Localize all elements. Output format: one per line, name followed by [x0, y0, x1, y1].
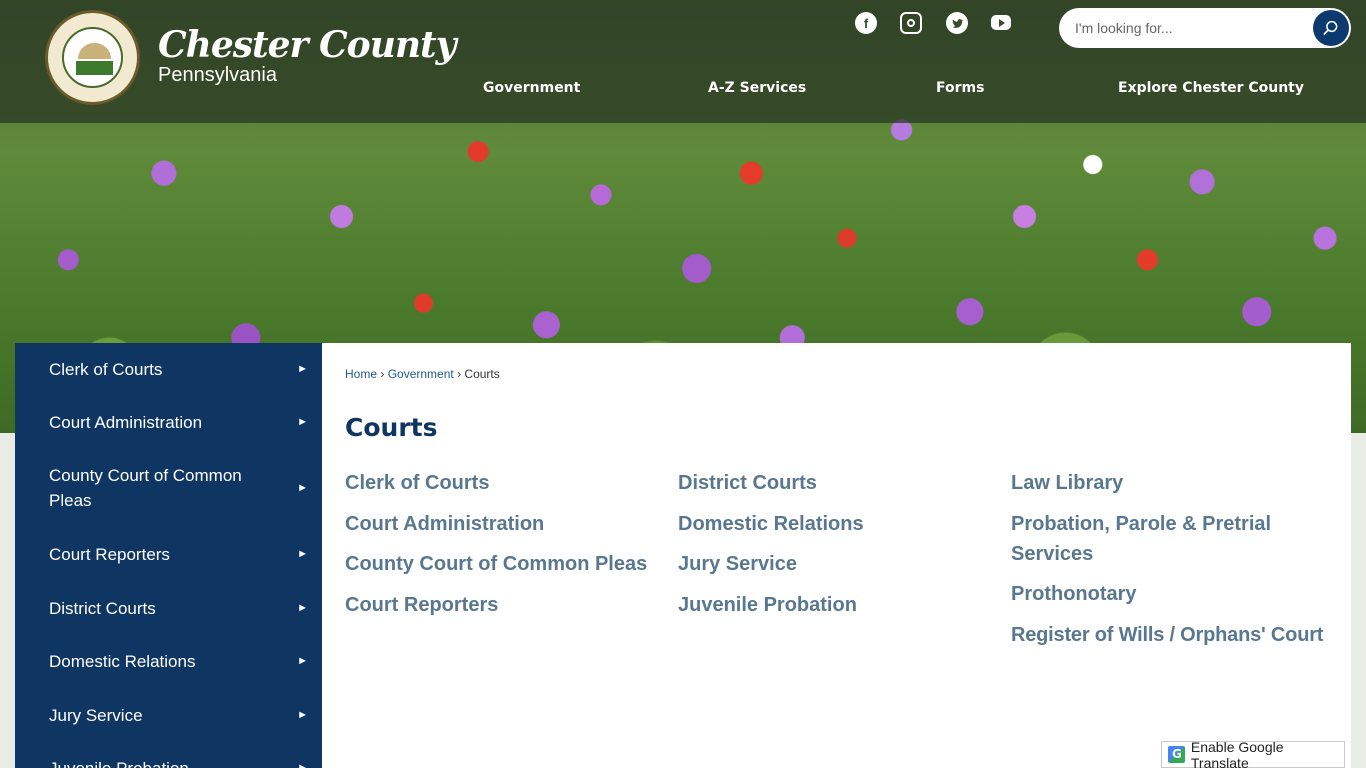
facebook-glyph: f — [863, 15, 869, 31]
google-translate-label: Enable Google Translate — [1190, 738, 1284, 768]
sidebar-item-jury-service[interactable]: Jury Service ► — [15, 688, 322, 742]
search-icon — [1323, 20, 1338, 35]
link-court-reporters[interactable]: Court Reporters — [345, 590, 665, 620]
triangle-right-icon: ► — [297, 601, 308, 614]
twitter-bird-icon — [951, 18, 963, 28]
link-clerk-of-courts[interactable]: Clerk of Courts — [345, 468, 665, 498]
link-juvenile-probation[interactable]: Juvenile Probation — [678, 590, 998, 620]
brand-name[interactable]: Chester County — [158, 24, 457, 66]
links-column-3: Law Library Probation, Parole & Pretrial… — [1011, 468, 1341, 660]
breadcrumb-home[interactable]: Home — [345, 367, 377, 381]
link-probation-parole-pretrial[interactable]: Probation, Parole & Pretrial Services — [1011, 509, 1301, 569]
youtube-play-glyph — [999, 18, 1005, 27]
google-translate-icon-letter: G — [1172, 747, 1182, 761]
link-domestic-relations[interactable]: Domestic Relations — [678, 509, 998, 539]
sidebar-item-label: Clerk of Courts — [49, 359, 163, 379]
main-content: Home › Government › Courts Courts Clerk … — [322, 343, 1351, 768]
sidebar-item-label: Court Administration — [49, 412, 203, 432]
seal-band — [76, 61, 113, 75]
sidebar-item-clerk-of-courts[interactable]: Clerk of Courts ► — [15, 343, 322, 395]
search-box — [1059, 8, 1351, 48]
google-translate-button[interactable]: G Enable Google Translate — [1161, 738, 1345, 768]
triangle-right-icon: ► — [297, 655, 308, 667]
facebook-icon[interactable]: f — [855, 12, 877, 34]
breadcrumb: Home › Government › Courts — [345, 367, 500, 381]
site-header: Chester County Pennsylvania f Government… — [0, 0, 1366, 123]
link-prothonotary[interactable]: Prothonotary — [1011, 579, 1341, 609]
twitter-icon[interactable] — [946, 12, 968, 34]
brand-subtitle: Pennsylvania — [158, 64, 277, 86]
nav-government[interactable]: Government — [483, 80, 580, 96]
triangle-right-icon: ► — [297, 362, 308, 375]
sidebar-item-label: Court Reporters — [49, 544, 170, 564]
seal-crest — [78, 43, 111, 59]
link-register-of-wills[interactable]: Register of Wills / Orphans' Court — [1011, 620, 1341, 650]
youtube-icon[interactable] — [991, 15, 1011, 30]
link-court-administration[interactable]: Court Administration — [345, 509, 665, 539]
sidebar-item-label: District Courts — [49, 598, 156, 618]
link-law-library[interactable]: Law Library — [1011, 468, 1341, 498]
seal-emblem — [62, 27, 123, 88]
instagram-lens — [907, 19, 915, 27]
nav-forms[interactable]: Forms — [936, 80, 984, 96]
search-button[interactable] — [1313, 10, 1349, 46]
breadcrumb-current: Courts — [464, 367, 500, 381]
nav-explore-chester-county[interactable]: Explore Chester County — [1118, 80, 1304, 96]
sidebar-nav: Clerk of Courts ► Court Administration ►… — [15, 343, 322, 768]
sidebar-item-county-court-of-common-pleas[interactable]: County Court of Common Pleas ► — [15, 449, 322, 527]
triangle-right-icon: ► — [297, 481, 308, 494]
triangle-right-icon: ► — [297, 708, 308, 721]
triangle-right-icon: ► — [297, 547, 308, 560]
sidebar-item-court-administration[interactable]: Court Administration ► — [15, 395, 322, 449]
county-seal-logo[interactable] — [45, 10, 140, 105]
sidebar-item-district-courts[interactable]: District Courts ► — [15, 581, 322, 635]
google-translate-icon: G — [1168, 746, 1185, 763]
nav-az-services[interactable]: A-Z Services — [708, 80, 806, 96]
sidebar-item-label: Juvenile Probation — [49, 758, 189, 768]
instagram-icon[interactable] — [900, 12, 922, 34]
link-district-courts[interactable]: District Courts — [678, 468, 998, 498]
breadcrumb-government[interactable]: Government — [388, 367, 454, 381]
sidebar-item-label: Domestic Relations — [49, 652, 196, 671]
sidebar-item-court-reporters[interactable]: Court Reporters ► — [15, 527, 322, 581]
sidebar-item-juvenile-probation[interactable]: Juvenile Probation ► — [15, 742, 322, 768]
sidebar-item-label: County Court of Common Pleas — [49, 466, 242, 510]
breadcrumb-separator: › — [457, 367, 462, 381]
links-column-2: District Courts Domestic Relations Jury … — [678, 468, 998, 630]
sidebar-item-domestic-relations[interactable]: Domestic Relations ► — [15, 635, 322, 688]
triangle-right-icon: ► — [297, 415, 308, 428]
links-column-1: Clerk of Courts Court Administration Cou… — [345, 468, 665, 630]
link-jury-service[interactable]: Jury Service — [678, 549, 998, 579]
page-title: Courts — [345, 413, 438, 442]
link-county-court-of-common-pleas[interactable]: County Court of Common Pleas — [345, 549, 665, 579]
triangle-right-icon: ► — [297, 761, 308, 768]
search-input[interactable] — [1075, 18, 1305, 38]
sidebar-item-label: Jury Service — [49, 705, 143, 725]
breadcrumb-separator: › — [380, 367, 385, 381]
